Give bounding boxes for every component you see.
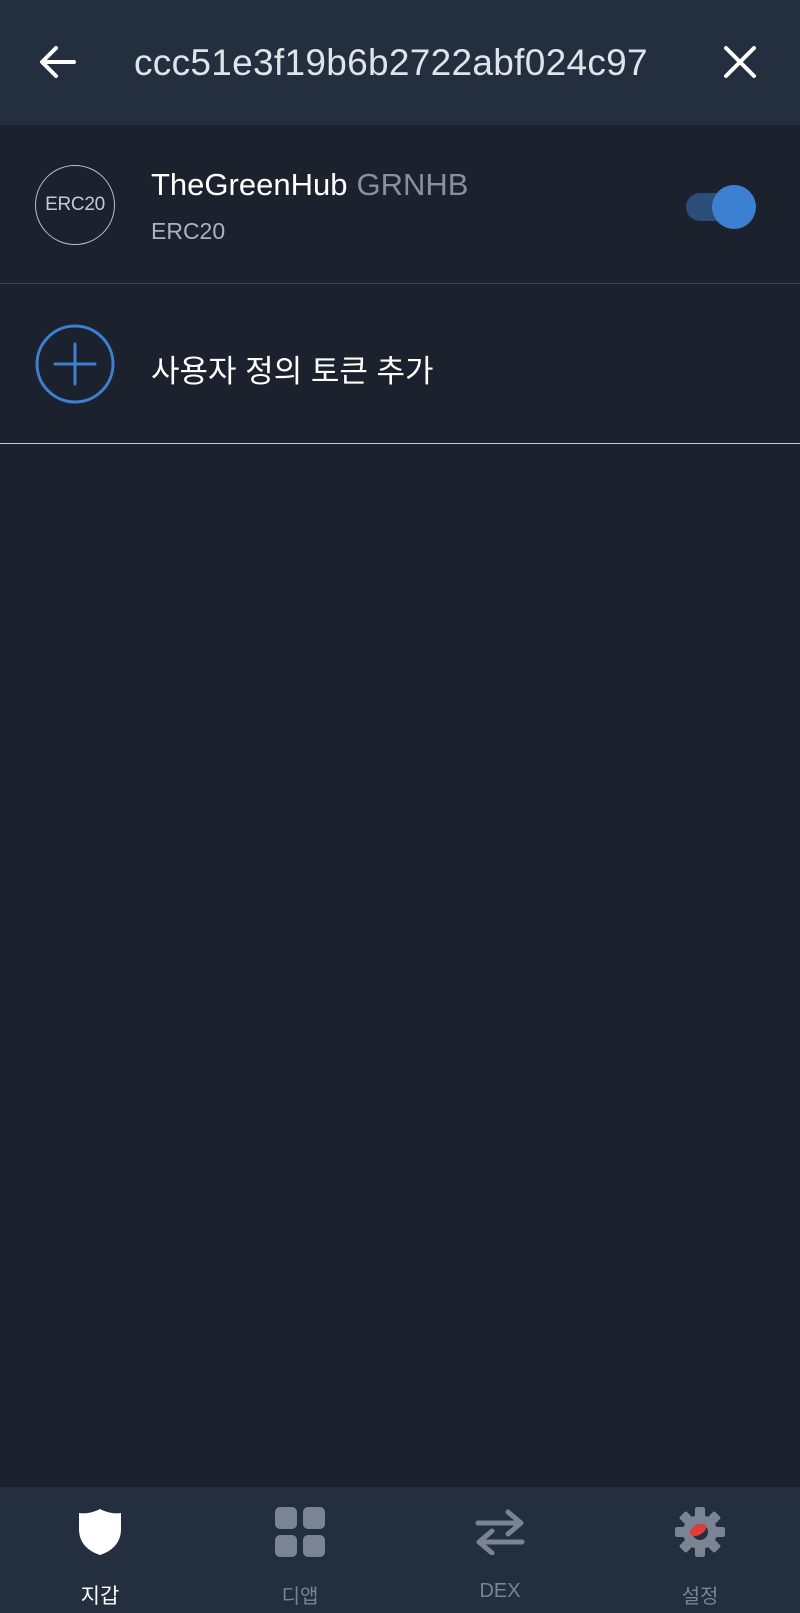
token-badge-label: ERC20 [45,194,105,215]
nav-label: 지갑 [80,1585,120,1608]
token-list-item: ERC20 TheGreenHub GRNHB ERC20 [0,125,800,284]
nav-settings[interactable]: 설정 [600,1487,800,1613]
close-icon [724,46,756,78]
nav-dex[interactable]: DEX [400,1487,600,1613]
token-type: ERC20 [151,218,226,244]
arrow-left-icon [40,46,76,78]
nav-dapps[interactable]: 디앱 [200,1487,400,1613]
back-button[interactable] [30,34,86,90]
clear-search-button[interactable] [712,34,768,90]
add-custom-token-button[interactable]: 사용자 정의 토큰 추가 [0,284,800,444]
nav-label: 디앱 [281,1586,319,1608]
nav-label: 설정 [681,1586,719,1608]
gear-icon [674,1505,726,1559]
token-enable-toggle[interactable] [686,185,758,229]
top-bar [0,0,800,125]
add-custom-token-label: 사용자 정의 토큰 추가 [151,354,434,389]
grid-icon [274,1505,326,1559]
toggle-knob [712,185,756,229]
swap-icon [474,1505,526,1559]
search-input[interactable] [134,30,674,96]
nav-wallet[interactable]: 지갑 [0,1487,200,1613]
token-name: TheGreenHub [151,167,348,202]
token-logo: ERC20 [35,165,115,245]
bottom-navigation: 지갑 디앱 DEX 설정 [0,1487,800,1613]
shield-icon [74,1505,126,1559]
nav-label: DEX [479,1580,521,1602]
token-symbol: GRNHB [356,167,469,202]
token-title: TheGreenHub GRNHB [151,167,468,203]
plus-circle-icon [35,324,115,404]
